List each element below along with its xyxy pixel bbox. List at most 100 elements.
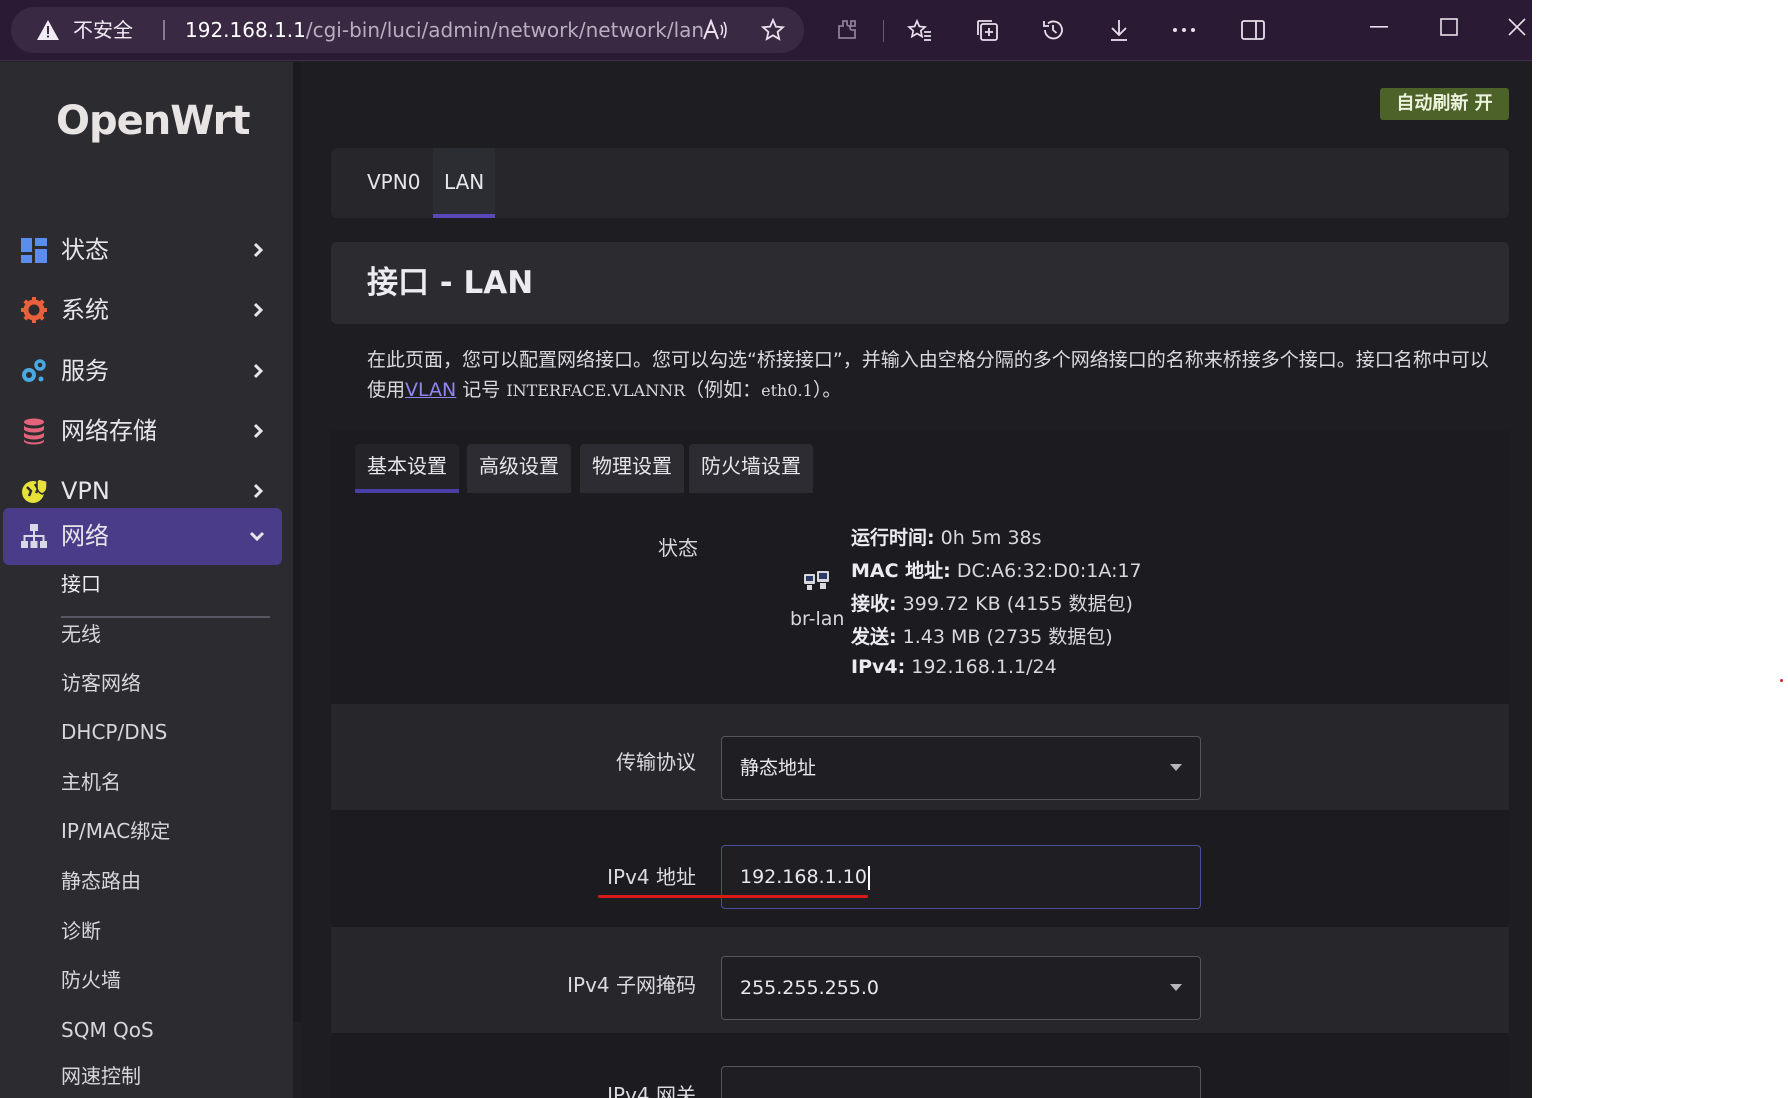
menu-label: 网络 <box>61 522 109 550</box>
tab-advanced-settings[interactable]: 高级设置 <box>467 444 571 493</box>
sidebar-toggle-icon[interactable] <box>1230 7 1276 53</box>
url-text[interactable]: 192.168.1.1/cgi-bin/luci/admin/network/n… <box>185 7 704 53</box>
menu-label: 状态 <box>61 236 109 264</box>
rx-key: 接收: <box>851 593 897 615</box>
dropdown-arrow-icon <box>1170 764 1182 771</box>
warning-icon[interactable] <box>33 7 63 53</box>
address-divider <box>163 20 165 40</box>
menu-item-status[interactable]: 状态 <box>0 220 282 280</box>
menu-item-system[interactable]: 系统 <box>0 280 282 340</box>
mac-key: MAC 地址: <box>851 560 951 582</box>
submenu-item-dhcp-dns[interactable]: DHCP/DNS <box>61 712 167 752</box>
downloads-icon[interactable] <box>1096 7 1142 53</box>
gear-icon <box>21 297 47 323</box>
tx-value: 1.43 MB (2735 数据包) <box>902 626 1113 648</box>
cogs-icon <box>22 359 46 382</box>
favorites-icon[interactable] <box>897 7 943 53</box>
text-cursor <box>867 865 870 890</box>
protocol-label: 传输协议 <box>616 750 696 774</box>
sitemap-icon <box>21 524 47 548</box>
favorite-star-icon[interactable] <box>753 7 793 53</box>
openwrt-logo[interactable]: OpenWrt <box>56 98 251 144</box>
tab-vpn0[interactable]: VPN0 <box>356 148 431 218</box>
ipv4-key: IPv4: <box>851 656 906 678</box>
mac-value: DC:A6:32:D0:1A:17 <box>956 560 1142 582</box>
submenu-item-firewall[interactable]: 防火墙 <box>61 960 121 1000</box>
stray-red-dot <box>1780 679 1783 682</box>
read-aloud-icon[interactable] <box>695 7 735 53</box>
gateway-input[interactable] <box>721 1066 1201 1098</box>
submenu-item-interfaces[interactable]: 接口 <box>61 564 101 604</box>
chevron-right-icon <box>253 483 264 499</box>
ipv4-address-label: IPv4 地址 <box>607 865 696 889</box>
submenu-item-wireless[interactable]: 无线 <box>61 614 101 654</box>
ethernet-bridge-icon <box>804 571 829 590</box>
submenu-item-hostnames[interactable]: 主机名 <box>61 762 121 802</box>
submenu-item-guest-network[interactable]: 访客网络 <box>61 663 141 703</box>
history-icon[interactable] <box>1030 7 1076 53</box>
address-bar[interactable]: 不安全 192.168.1.1/cgi-bin/luci/admin/netwo… <box>11 7 804 53</box>
description-text: ）。 <box>812 379 842 401</box>
tab-firewall-settings[interactable]: 防火墙设置 <box>689 444 813 493</box>
description-code: eth0.1 <box>761 381 813 400</box>
sidebar-scrollbar[interactable] <box>293 62 301 1022</box>
browser-toolbar: 不安全 192.168.1.1/cgi-bin/luci/admin/netwo… <box>0 0 1532 61</box>
tab-physical-settings[interactable]: 物理设置 <box>580 444 684 493</box>
menu-item-network[interactable]: 网络 <box>3 508 282 565</box>
chevron-down-icon <box>249 531 265 542</box>
close-icon[interactable] <box>1494 4 1532 50</box>
tx-key: 发送: <box>851 626 897 648</box>
title-panel: 接口 - LAN <box>331 242 1509 324</box>
description-code: INTERFACE.VLANNR <box>506 381 686 400</box>
extensions-icon[interactable] <box>824 7 870 53</box>
menu-item-services[interactable]: 服务 <box>0 341 282 401</box>
submenu-item-speed-control[interactable]: 网速控制 <box>61 1056 141 1096</box>
description-text: 记号 <box>462 379 501 401</box>
submenu-item-static-routes[interactable]: 静态路由 <box>61 861 141 901</box>
page-title: 接口 - LAN <box>367 265 534 301</box>
browser-window: 不安全 192.168.1.1/cgi-bin/luci/admin/netwo… <box>0 0 1532 1098</box>
page-description: 在此页面，您可以配置网络接口。您可以勾选“桥接接口”，并输入由空格分隔的多个网络… <box>367 345 1497 406</box>
submenu-item-ip-mac-binding[interactable]: IP/MAC绑定 <box>61 811 170 851</box>
netmask-value: 255.255.255.0 <box>740 977 880 999</box>
menu-label: 网络存储 <box>61 417 157 445</box>
vlan-link[interactable]: VLAN <box>405 379 456 401</box>
status-mac: MAC 地址: DC:A6:32:D0:1A:17 <box>851 556 1142 583</box>
uptime-value: 0h 5m 38s <box>940 527 1042 549</box>
chevron-right-icon <box>253 302 264 318</box>
interface-tabs: VPN0 LAN <box>331 148 1509 218</box>
rx-value: 399.72 KB (4155 数据包) <box>902 593 1133 615</box>
status-uptime: 运行时间: 0h 5m 38s <box>851 523 1042 550</box>
collections-icon[interactable] <box>964 7 1010 53</box>
tab-lan[interactable]: LAN <box>433 148 496 218</box>
status-label: 状态 <box>658 536 698 560</box>
url-path: /cgi-bin/luci/admin/network/network/lan <box>305 18 705 42</box>
submenu-item-diagnostics[interactable]: 诊断 <box>61 911 101 951</box>
protocol-select[interactable]: 静态地址 <box>721 736 1201 800</box>
vpn-shield-icon <box>22 478 48 503</box>
netmask-label: IPv4 子网掩码 <box>567 973 696 997</box>
ipv4-value: 192.168.1.1/24 <box>911 656 1057 678</box>
dashboard-icon <box>21 238 47 263</box>
maximize-icon[interactable] <box>1426 4 1472 50</box>
url-host: 192.168.1.1 <box>185 18 306 42</box>
dropdown-arrow-icon <box>1170 984 1182 991</box>
protocol-value: 静态地址 <box>740 757 817 779</box>
annotation-underline <box>598 895 868 898</box>
status-tx: 发送: 1.43 MB (2735 数据包) <box>851 622 1113 649</box>
chevron-right-icon <box>253 423 264 439</box>
menu-item-storage[interactable]: 网络存储 <box>0 401 282 461</box>
uptime-key: 运行时间: <box>851 527 935 549</box>
description-text: （例如： <box>685 379 762 401</box>
minimize-icon[interactable] <box>1356 4 1402 50</box>
auto-refresh-button[interactable]: 自动刷新 开 <box>1380 88 1509 120</box>
security-label[interactable]: 不安全 <box>73 7 133 53</box>
tab-basic-settings[interactable]: 基本设置 <box>355 444 459 493</box>
menu-label: 系统 <box>61 296 109 324</box>
netmask-select[interactable]: 255.255.255.0 <box>721 956 1201 1020</box>
more-options-icon[interactable] <box>1161 7 1207 53</box>
submenu-item-sqm-qos[interactable]: SQM QoS <box>61 1010 154 1050</box>
ipv4-address-value: 192.168.1.10 <box>740 866 867 888</box>
ipv4-address-input[interactable]: 192.168.1.10 <box>721 845 1201 909</box>
status-ipv4: IPv4: 192.168.1.1/24 <box>851 656 1057 678</box>
